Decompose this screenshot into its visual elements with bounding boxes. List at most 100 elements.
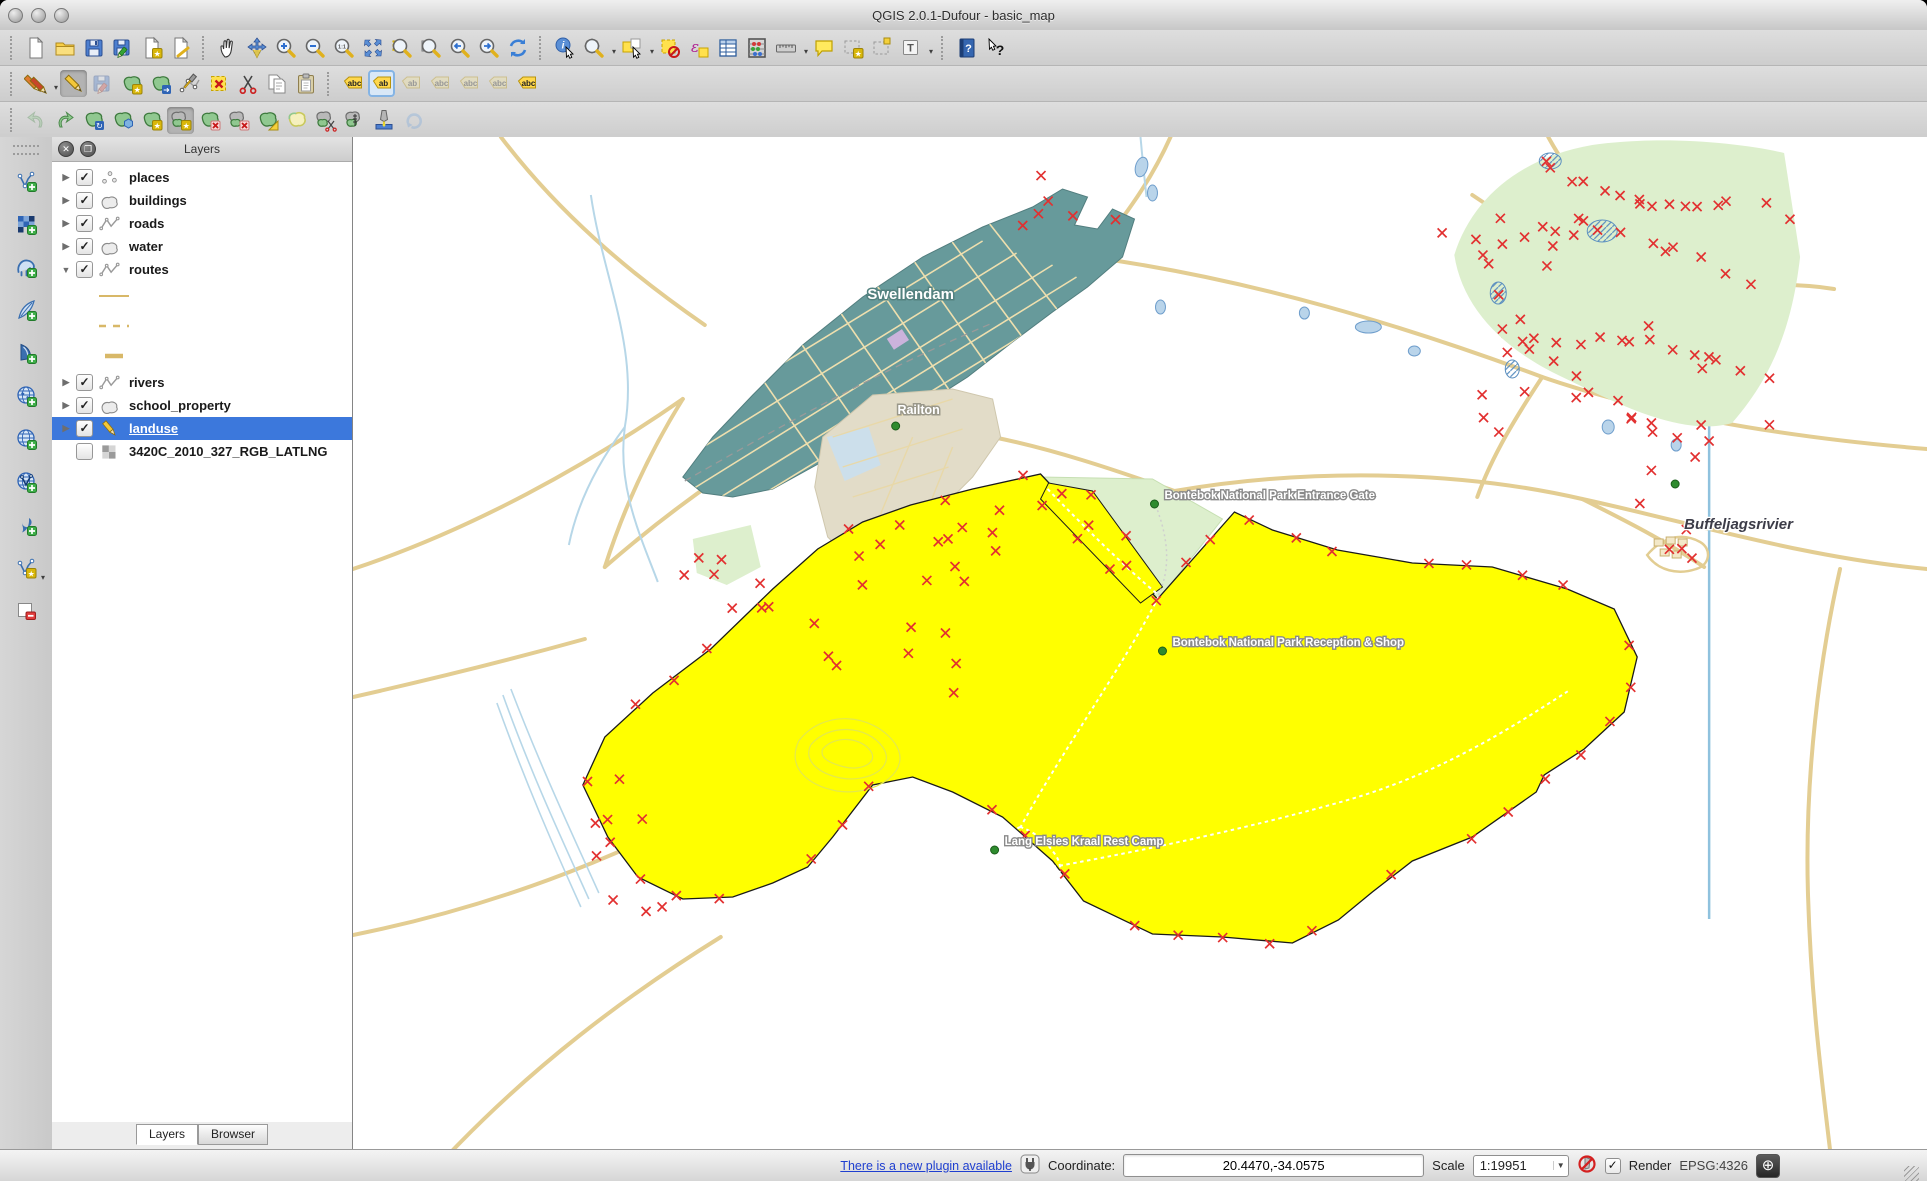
add-wcs-layer-icon[interactable]	[9, 422, 43, 456]
zoom-to-selection-icon[interactable]	[388, 34, 415, 61]
map-tips-icon[interactable]	[810, 34, 837, 61]
cut-features-icon[interactable]	[234, 70, 261, 97]
offset-curve-icon[interactable]	[370, 107, 397, 134]
add-vector-layer-icon[interactable]	[9, 164, 43, 198]
layer-row-water[interactable]: ▶✓water	[52, 235, 352, 258]
add-part-icon[interactable]: ★	[167, 107, 194, 134]
zoom-next-icon[interactable]	[475, 34, 502, 61]
zoom-in-icon[interactable]	[272, 34, 299, 61]
delete-selected-icon[interactable]	[205, 70, 232, 97]
zoom-native-icon[interactable]: 1:1	[330, 34, 357, 61]
whats-this-icon[interactable]: ?	[982, 34, 1009, 61]
expand-down-icon[interactable]: ▼	[58, 265, 74, 275]
rotate-feature-icon[interactable]: ↻	[80, 107, 107, 134]
simplify-feature-icon[interactable]	[109, 107, 136, 134]
move-feature-icon[interactable]: ➜	[147, 70, 174, 97]
expand-right-icon[interactable]: ▶	[58, 195, 74, 206]
tab-browser[interactable]: Browser	[198, 1124, 268, 1145]
field-calculator-icon[interactable]	[743, 34, 770, 61]
new-print-composer-icon[interactable]: ★	[138, 34, 165, 61]
layer-row-rivers[interactable]: ▶✓rivers	[52, 371, 352, 394]
expand-right-icon[interactable]: ▶	[58, 423, 74, 434]
layer-visibility-checkbox[interactable]: ✓	[76, 215, 93, 232]
layer-visibility-checkbox[interactable]	[76, 443, 93, 460]
render-checkbox[interactable]: ✓	[1605, 1158, 1621, 1174]
expand-right-icon[interactable]: ▶	[58, 400, 74, 411]
show-hidden-labels-icon[interactable]: abc	[426, 70, 453, 97]
label-selected-icon[interactable]: ab	[368, 70, 395, 97]
rotate-point-symbols-icon[interactable]	[399, 107, 426, 134]
measure-icon[interactable]	[772, 34, 799, 61]
expand-right-icon[interactable]: ▶	[58, 241, 74, 252]
pan-to-selection-icon[interactable]	[243, 34, 270, 61]
save-project-icon[interactable]	[80, 34, 107, 61]
new-bookmark-icon[interactable]: ★	[839, 34, 866, 61]
paste-features-icon[interactable]	[292, 70, 319, 97]
zoom-to-layer-icon[interactable]	[417, 34, 444, 61]
move-label-icon[interactable]: abc	[455, 70, 482, 97]
node-tool-icon[interactable]	[176, 70, 203, 97]
stop-render-icon[interactable]	[1577, 1154, 1597, 1177]
layer-row-3420C_2010_327_RGB_LATLNG[interactable]: 3420C_2010_327_RGB_LATLNG	[52, 440, 352, 463]
help-icon[interactable]: ?	[953, 34, 980, 61]
open-project-icon[interactable]	[51, 34, 78, 61]
expand-right-icon[interactable]: ▶	[58, 377, 74, 388]
reshape-features-icon[interactable]	[283, 107, 310, 134]
layer-visibility-checkbox[interactable]: ✓	[76, 397, 93, 414]
copy-features-icon[interactable]	[263, 70, 290, 97]
park-polygon-small[interactable]	[693, 525, 761, 585]
delete-part-icon[interactable]	[225, 107, 252, 134]
change-label-icon[interactable]: abc	[513, 70, 540, 97]
add-postgis-layer-icon[interactable]	[9, 250, 43, 284]
text-annotation-icon[interactable]: T	[897, 34, 924, 61]
coordinate-input[interactable]	[1123, 1154, 1424, 1177]
pin-labels-icon[interactable]: ab	[397, 70, 424, 97]
add-raster-layer-icon[interactable]	[9, 207, 43, 241]
rotate-label-icon[interactable]: abc	[484, 70, 511, 97]
redo-icon[interactable]	[51, 107, 78, 134]
zoom-out-icon[interactable]	[301, 34, 328, 61]
tab-layers[interactable]: Layers	[136, 1124, 198, 1145]
select-features-icon[interactable]	[618, 34, 645, 61]
layer-row-places[interactable]: ▶✓places	[52, 166, 352, 189]
zoom-full-icon[interactable]	[359, 34, 386, 61]
zoom-last-icon[interactable]	[446, 34, 473, 61]
resize-grip[interactable]	[1904, 1166, 1919, 1181]
layer-visibility-checkbox[interactable]: ✓	[76, 374, 93, 391]
plugin-icon[interactable]	[1020, 1154, 1040, 1177]
layer-visibility-checkbox[interactable]: ✓	[76, 420, 93, 437]
layer-row-buildings[interactable]: ▶✓buildings	[52, 189, 352, 212]
add-ring-icon[interactable]: ★	[138, 107, 165, 134]
plugin-update-link[interactable]: There is a new plugin available	[840, 1159, 1012, 1173]
save-project-as-icon[interactable]	[109, 34, 136, 61]
run-feature-action-icon[interactable]	[580, 34, 607, 61]
add-mssql-layer-icon[interactable]	[9, 336, 43, 370]
undo-icon[interactable]	[22, 107, 49, 134]
expand-right-icon[interactable]: ▶	[58, 172, 74, 183]
delete-ring-icon[interactable]	[196, 107, 223, 134]
layer-visibility-checkbox[interactable]: ✓	[76, 192, 93, 209]
layer-row-school_property[interactable]: ▶✓school_property	[52, 394, 352, 417]
layer-visibility-checkbox[interactable]: ✓	[76, 238, 93, 255]
add-feature-icon[interactable]: ★	[118, 70, 145, 97]
current-edits-icon[interactable]	[22, 70, 49, 97]
add-wms-layer-icon[interactable]	[9, 379, 43, 413]
deselect-features-icon[interactable]	[656, 34, 683, 61]
layer-row-roads[interactable]: ▶✓roads	[52, 212, 352, 235]
remove-layer-icon[interactable]	[9, 594, 43, 628]
label-layer-icon[interactable]: abc	[339, 70, 366, 97]
fill-ring-icon[interactable]	[254, 107, 281, 134]
open-attribute-table-icon[interactable]	[714, 34, 741, 61]
save-layer-edits-icon[interactable]	[89, 70, 116, 97]
park-polygon-ne[interactable]	[1454, 140, 1800, 426]
add-delimited-text-layer-icon[interactable]	[9, 508, 43, 542]
new-project-icon[interactable]	[22, 34, 49, 61]
pan-map-icon[interactable]	[214, 34, 241, 61]
crs-status-button[interactable]: ⊕	[1756, 1154, 1780, 1178]
add-spatialite-layer-icon[interactable]	[9, 293, 43, 327]
composer-manager-icon[interactable]	[167, 34, 194, 61]
expand-right-icon[interactable]: ▶	[58, 218, 74, 229]
map-canvas[interactable]: SwellendamRailtonBontebok National Park …	[353, 137, 1927, 1150]
add-wfs-layer-icon[interactable]	[9, 465, 43, 499]
refresh-map-icon[interactable]	[504, 34, 531, 61]
